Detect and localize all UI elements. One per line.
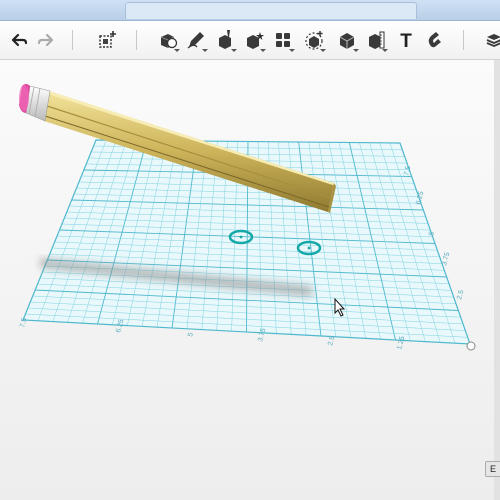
snap-icon[interactable] — [424, 29, 446, 51]
title-tab — [125, 2, 417, 19]
toolbar-separator — [72, 30, 73, 50]
grid-tick-label: 5 — [428, 231, 436, 237]
grid-tick-label: 7.5 — [19, 317, 28, 328]
pattern-icon[interactable] — [272, 29, 295, 52]
main-toolbar: T — [0, 21, 500, 60]
primitives-icon[interactable] — [157, 29, 180, 52]
measure-icon[interactable] — [365, 29, 388, 52]
grid-tick-label: 2.5 — [456, 289, 465, 300]
toolbar-separator — [136, 30, 137, 50]
3d-viewport[interactable]: 7.5 6.25 5 3.75 2.5 1.25 2.5 3.75 5 6.25… — [0, 60, 500, 500]
workplane-scene: 7.5 6.25 5 3.75 2.5 1.25 2.5 3.75 5 6.25… — [19, 84, 476, 351]
grid-tick-label: 5 — [187, 332, 195, 338]
combine-icon[interactable] — [336, 29, 359, 52]
add-object-icon[interactable] — [96, 29, 118, 51]
redo-icon[interactable] — [35, 29, 57, 51]
status-button[interactable]: E — [485, 461, 500, 477]
toolbar-separator — [463, 30, 464, 50]
sketch-icon[interactable] — [185, 29, 208, 52]
grid-tick-label: 2.5 — [327, 335, 336, 346]
grouping-icon[interactable] — [303, 29, 326, 52]
text-icon-glyph: T — [400, 31, 412, 51]
construct-icon[interactable] — [214, 29, 237, 52]
side-panel-edge — [494, 60, 500, 500]
text-icon[interactable]: T — [395, 29, 417, 51]
undo-icon[interactable] — [8, 29, 30, 51]
grid-tick-label: 3.75 — [441, 251, 451, 266]
material-icon[interactable] — [483, 29, 500, 51]
origin-marker[interactable] — [466, 341, 476, 351]
modify-icon[interactable] — [243, 29, 266, 52]
window-title-bar — [0, 0, 500, 21]
